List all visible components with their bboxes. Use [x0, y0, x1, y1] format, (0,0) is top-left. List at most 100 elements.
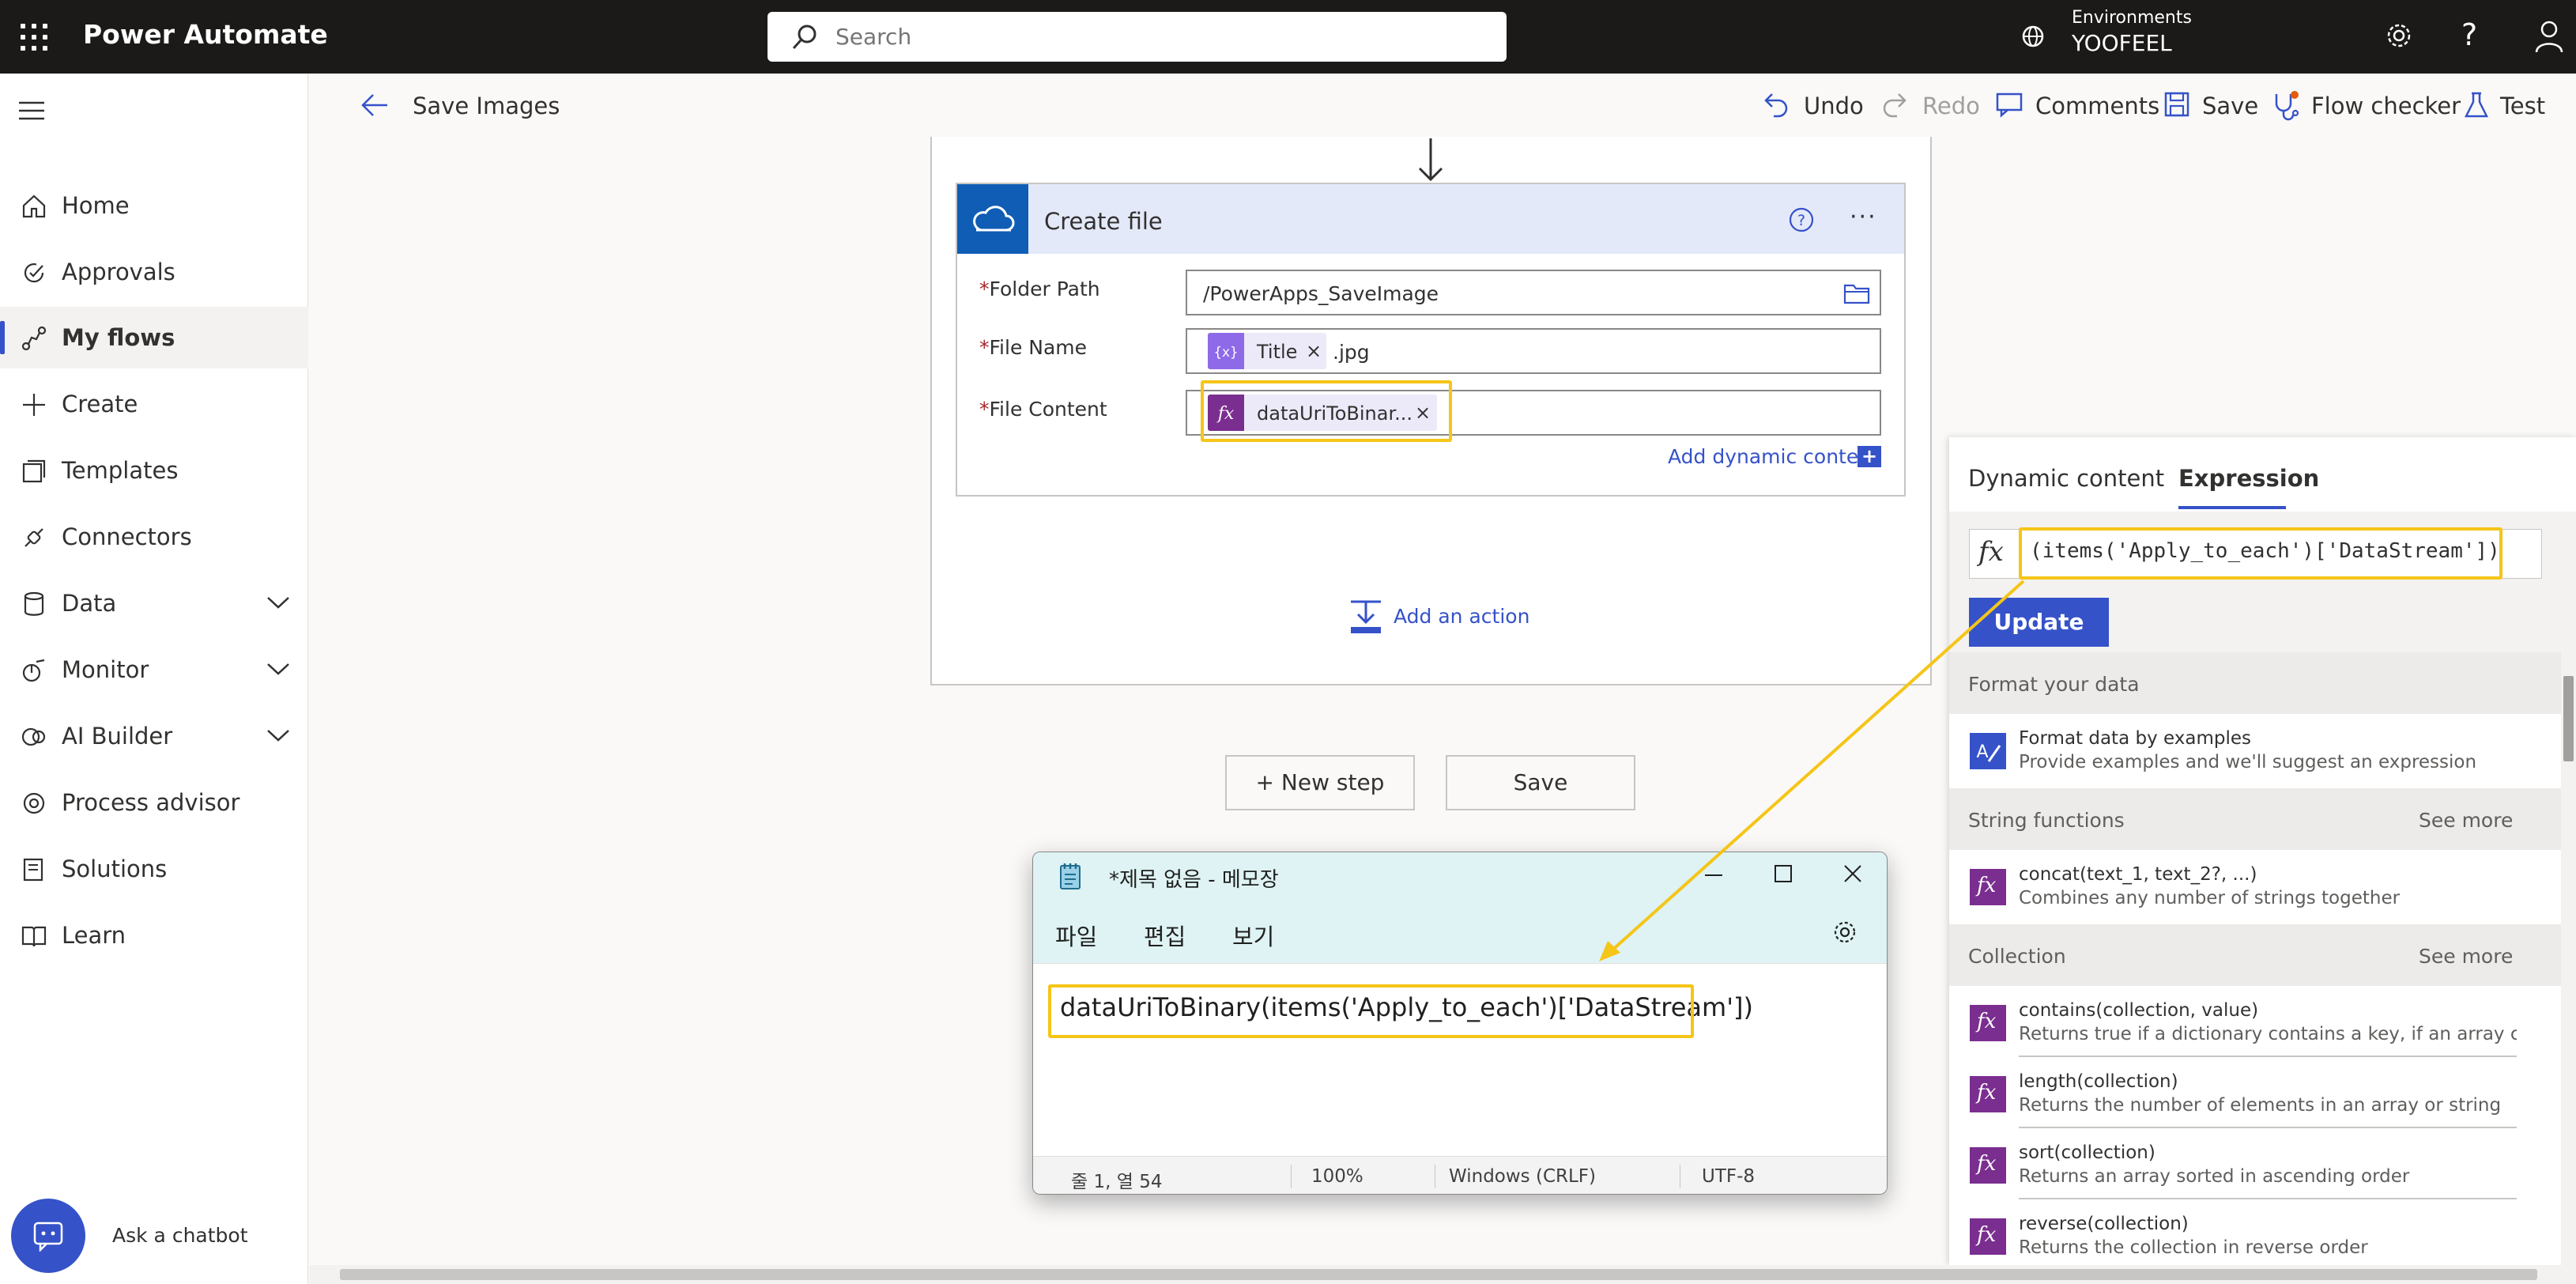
function-reverse[interactable]: fx reverse(collection) Returns the colle…: [1949, 1199, 2561, 1265]
notepad-titlebar[interactable]: *제목 없음 - 메모장: [1033, 852, 1887, 900]
chatbot-icon: [33, 1222, 63, 1252]
data-icon: [24, 591, 44, 616]
home-icon: [22, 194, 46, 218]
chatbot-button[interactable]: [11, 1199, 85, 1273]
chevron-down-icon[interactable]: [266, 661, 291, 677]
file-name-field[interactable]: {x} Title × .jpg: [1186, 328, 1881, 374]
active-tab-indicator: [2178, 506, 2286, 509]
function-format-by-examples[interactable]: A Format data by examples Provide exampl…: [1949, 714, 2561, 785]
see-more-link[interactable]: See more: [2419, 945, 2513, 968]
folder-picker-icon[interactable]: [1843, 282, 1870, 304]
close-icon[interactable]: [1842, 863, 1863, 884]
comments-button[interactable]: Comments: [2035, 93, 2159, 119]
app-launcher-icon[interactable]: [21, 24, 47, 51]
notepad-statusbar: 줄 1, 열 54 100% Windows (CRLF) UTF-8: [1033, 1156, 1887, 1194]
environment-icon[interactable]: [2020, 23, 2046, 50]
nav-item-my-flows[interactable]: My flows: [0, 307, 308, 368]
nav-item-process-advisor[interactable]: Process advisor: [0, 772, 308, 833]
user-account-icon[interactable]: [2533, 19, 2565, 54]
test-beaker-icon[interactable]: [2463, 91, 2490, 119]
menu-view[interactable]: 보기: [1232, 919, 1274, 952]
update-button[interactable]: Update: [1969, 598, 2109, 647]
nav-item-data[interactable]: Data: [0, 572, 308, 634]
function-name: contains(collection, value): [2019, 1000, 2259, 1021]
chevron-down-icon[interactable]: [266, 727, 291, 743]
folder-path-value: /PowerApps_SaveImage: [1203, 282, 1439, 305]
flow-checker-icon[interactable]: [2272, 91, 2303, 123]
learn-icon: [21, 926, 47, 947]
title-token[interactable]: {x} Title ×: [1208, 333, 1326, 369]
nav-item-monitor[interactable]: Monitor: [0, 639, 308, 701]
card-header[interactable]: Create file ? ···: [957, 184, 1904, 254]
hamburger-menu-icon[interactable]: [17, 99, 46, 123]
see-more-link[interactable]: See more: [2419, 809, 2513, 832]
nav-item-ai-builder[interactable]: AI Builder: [0, 705, 308, 767]
tab-dynamic-content[interactable]: Dynamic content: [1968, 465, 2164, 492]
section-title: String functions: [1968, 809, 2125, 832]
back-arrow-icon[interactable]: [360, 93, 389, 118]
add-dynamic-content-plus-icon[interactable]: +: [1858, 446, 1881, 467]
nav-item-templates[interactable]: Templates: [0, 440, 308, 501]
nav-item-learn[interactable]: Learn: [0, 904, 308, 966]
more-options-icon[interactable]: ···: [1850, 203, 1877, 231]
nav-label: My flows: [62, 324, 175, 351]
nav-label: Process advisor: [62, 789, 240, 816]
nav-item-connectors[interactable]: Connectors: [0, 506, 308, 568]
file-content-label: *File Content: [979, 398, 1107, 421]
function-concat[interactable]: fx concat(text_1, text_2?, ...) Combines…: [1949, 850, 2561, 921]
environments-label: Environments: [2072, 8, 2192, 28]
function-name: reverse(collection): [2019, 1214, 2189, 1234]
help-circle-icon[interactable]: ?: [1788, 206, 1815, 233]
remove-token-icon[interactable]: ×: [1306, 340, 1322, 362]
notepad-settings-gear-icon[interactable]: [1831, 919, 1858, 946]
test-button[interactable]: Test: [2500, 93, 2545, 119]
app-title[interactable]: Power Automate: [83, 19, 328, 50]
redo-icon[interactable]: [1881, 91, 1908, 118]
flow-name: Save Images: [413, 93, 560, 119]
redo-button[interactable]: Redo: [1922, 93, 1980, 119]
maximize-icon[interactable]: [1773, 863, 1793, 884]
function-name: Format data by examples: [2019, 728, 2251, 749]
save-button[interactable]: Save: [2202, 93, 2258, 119]
undo-icon[interactable]: [1763, 91, 1790, 118]
chevron-down-icon[interactable]: [266, 595, 291, 610]
function-length[interactable]: fx length(collection) Returns the number…: [1949, 1057, 2561, 1128]
canvas-save-button[interactable]: Save: [1446, 755, 1635, 810]
panel-scrollbar-thumb[interactable]: [2563, 676, 2574, 761]
process-advisor-icon: [23, 792, 45, 814]
svg-text:{x}: {x}: [1214, 345, 1239, 361]
environment-name[interactable]: YOOFEEL: [2072, 30, 2172, 56]
add-action-icon[interactable]: [1348, 599, 1383, 636]
search-box[interactable]: [768, 12, 1507, 62]
tab-expression[interactable]: Expression: [2178, 465, 2319, 492]
help-icon[interactable]: ?: [2461, 17, 2477, 52]
search-input[interactable]: [835, 20, 1484, 53]
folder-path-field[interactable]: /PowerApps_SaveImage: [1186, 270, 1881, 315]
function-icon: fx: [1970, 869, 2006, 905]
templates-icon: [22, 459, 46, 483]
minimize-icon[interactable]: [1703, 873, 1724, 878]
function-sort[interactable]: fx sort(collection) Returns an array sor…: [1949, 1128, 2561, 1199]
add-action-link[interactable]: Add an action: [1394, 605, 1529, 628]
function-contains[interactable]: fx contains(collection, value) Returns t…: [1949, 986, 2561, 1057]
chatbot-label[interactable]: Ask a chatbot: [112, 1224, 248, 1247]
new-step-button[interactable]: + New step: [1225, 755, 1415, 810]
svg-text:?: ?: [1797, 212, 1805, 229]
fx-icon: fx: [1978, 536, 2004, 568]
nav-item-approvals[interactable]: Approvals: [0, 241, 308, 303]
canvas-scrollbar-thumb[interactable]: [340, 1269, 2537, 1280]
nav-item-create[interactable]: Create: [0, 373, 308, 435]
settings-gear-icon[interactable]: [2384, 21, 2414, 51]
undo-button[interactable]: Undo: [1804, 93, 1864, 119]
panel-scrollbar[interactable]: [2561, 512, 2576, 1265]
save-icon[interactable]: [2163, 91, 2190, 118]
function-description: Returns the number of elements in an arr…: [2019, 1095, 2502, 1116]
menu-file[interactable]: 파일: [1055, 919, 1097, 952]
comments-icon[interactable]: [1995, 91, 2023, 118]
nav-item-solutions[interactable]: Solutions: [0, 838, 308, 900]
flow-checker-button[interactable]: Flow checker: [2311, 93, 2461, 119]
menu-edit[interactable]: 편집: [1144, 919, 1186, 952]
add-dynamic-content-link[interactable]: Add dynamic content: [1668, 445, 1879, 468]
function-name: sort(collection): [2019, 1142, 2155, 1163]
nav-item-home[interactable]: Home: [0, 175, 308, 236]
